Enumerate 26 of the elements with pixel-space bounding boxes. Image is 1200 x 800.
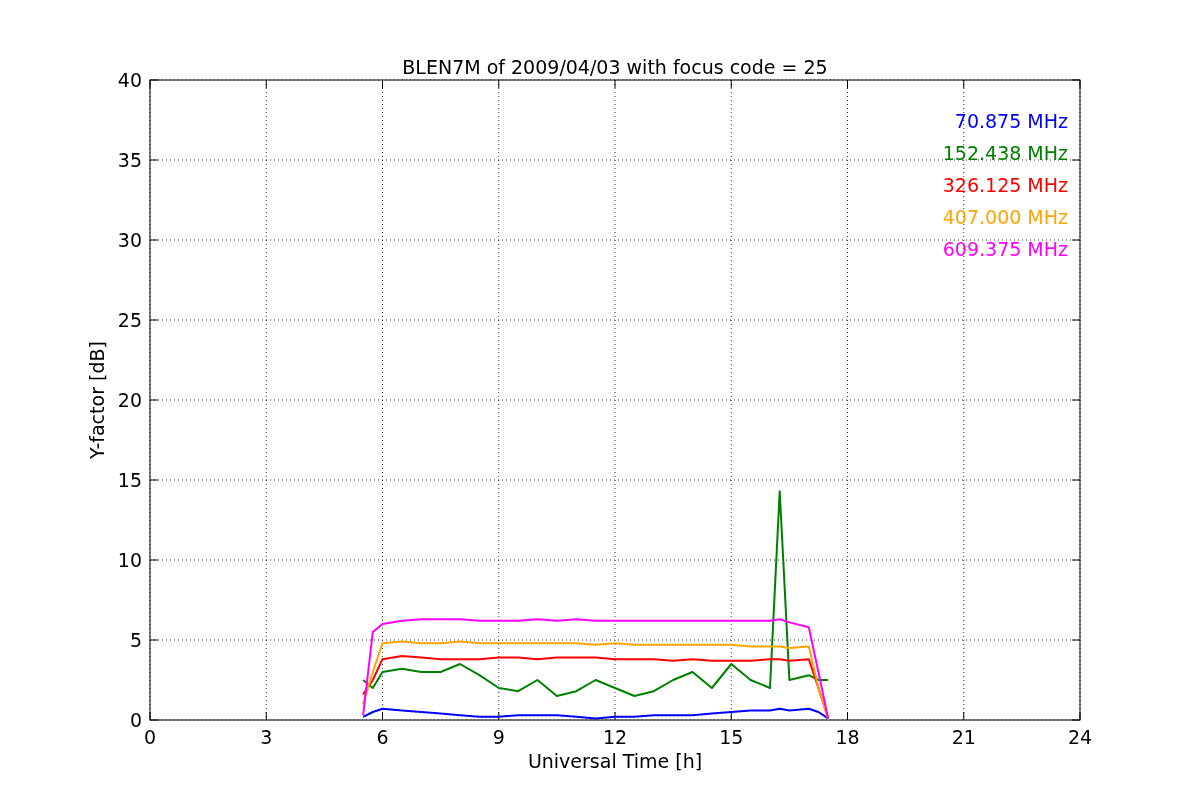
y-tick-label: 35 — [117, 149, 142, 171]
legend-label: 152.438 MHz — [942, 142, 1068, 164]
y-tick-label: 10 — [117, 549, 142, 571]
x-axis-label: Universal Time [h] — [527, 750, 703, 772]
x-tick-label: 0 — [143, 726, 157, 748]
x-tick-label: 9 — [492, 726, 505, 748]
y-tick-label: 40 — [117, 69, 142, 91]
x-tick-label: 15 — [719, 726, 744, 748]
legend-label: 326.125 MHz — [942, 174, 1068, 196]
y-axis-label: Y-factor [dB] — [86, 341, 108, 459]
legend-label: 407.000 MHz — [942, 206, 1068, 228]
x-tick-label: 6 — [376, 726, 389, 748]
y-tick-label: 0 — [129, 709, 142, 731]
legend-label: 70.875 MHz — [954, 110, 1068, 132]
y-tick-label: 20 — [117, 389, 142, 411]
x-tick-label: 3 — [260, 726, 273, 748]
y-tick-label: 25 — [117, 309, 142, 331]
x-tick-label: 24 — [1067, 726, 1093, 748]
x-tick-label: 18 — [835, 726, 860, 748]
y-tick-label: 30 — [117, 229, 142, 251]
chart-title: BLEN7M of 2009/04/03 with focus code = 25 — [402, 56, 828, 78]
legend-label: 609.375 MHz — [942, 238, 1068, 260]
x-tick-label: 21 — [951, 726, 976, 748]
x-tick-label: 12 — [602, 726, 628, 748]
y-tick-label: 5 — [129, 629, 142, 651]
y-tick-label: 15 — [117, 469, 142, 491]
